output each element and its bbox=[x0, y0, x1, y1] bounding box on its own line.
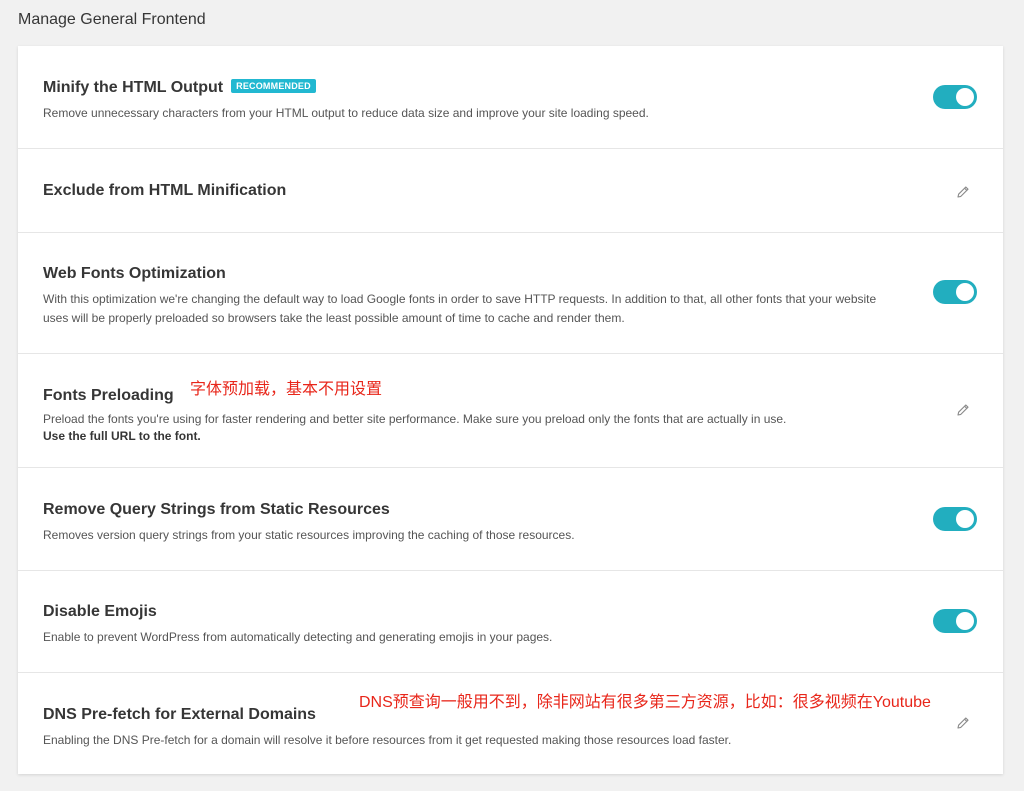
setting-title-text: Minify the HTML Output bbox=[43, 79, 224, 96]
annotation-dns-prefetch: DNS预查询一般用不到，除非网站有很多第三方资源，比如：很多视频在Youtube bbox=[359, 694, 931, 711]
pencil-icon[interactable] bbox=[956, 716, 970, 730]
pencil-icon[interactable] bbox=[956, 403, 970, 417]
setting-title: Web Fonts Optimization bbox=[43, 265, 226, 282]
recommended-badge: RECOMMENDED bbox=[231, 79, 316, 93]
page-title: Manage General Frontend bbox=[18, 11, 206, 28]
minify-html-toggle[interactable] bbox=[933, 85, 977, 109]
setting-title: Fonts Preloading bbox=[43, 387, 174, 404]
toggle-knob bbox=[956, 283, 974, 301]
setting-row-minify-html: Minify the HTML Output RECOMMENDED Remove… bbox=[18, 46, 1003, 149]
setting-row-web-fonts-optimization: Web Fonts Optimization With this optimiz… bbox=[18, 233, 1003, 354]
web-fonts-optimization-toggle[interactable] bbox=[933, 280, 977, 304]
setting-description-strong: Use the full URL to the font. bbox=[43, 429, 201, 443]
setting-description: Preload the fonts you're using for faste… bbox=[43, 410, 883, 444]
pencil-icon[interactable] bbox=[956, 185, 970, 199]
setting-row-disable-emojis: Disable Emojis Enable to prevent WordPre… bbox=[18, 571, 1003, 673]
remove-query-strings-toggle[interactable] bbox=[933, 507, 977, 531]
disable-emojis-toggle[interactable] bbox=[933, 609, 977, 633]
setting-description-text: Preload the fonts you're using for faste… bbox=[43, 412, 787, 426]
toggle-knob bbox=[956, 612, 974, 630]
setting-description: With this optimization we're changing th… bbox=[43, 292, 877, 325]
setting-row-exclude-html-minification: Exclude from HTML Minification bbox=[18, 149, 1003, 233]
setting-row-dns-prefetch: DNS Pre-fetch for External Domains Enabl… bbox=[18, 673, 1003, 774]
setting-description: Enabling the DNS Pre-fetch for a domain … bbox=[43, 733, 732, 747]
setting-title: Disable Emojis bbox=[43, 603, 157, 620]
setting-row-remove-query-strings: Remove Query Strings from Static Resourc… bbox=[18, 468, 1003, 571]
setting-description: Removes version query strings from your … bbox=[43, 528, 575, 542]
annotation-fonts-preloading: 字体预加载，基本不用设置 bbox=[190, 381, 383, 398]
settings-panel: Minify the HTML Output RECOMMENDED Remove… bbox=[18, 46, 1003, 774]
setting-title: Minify the HTML Output RECOMMENDED bbox=[43, 79, 316, 97]
setting-row-fonts-preloading: Fonts Preloading Preload the fonts you'r… bbox=[18, 354, 1003, 468]
toggle-knob bbox=[956, 510, 974, 528]
setting-title: DNS Pre-fetch for External Domains bbox=[43, 706, 316, 723]
toggle-knob bbox=[956, 88, 974, 106]
setting-title: Exclude from HTML Minification bbox=[43, 182, 287, 199]
setting-description: Enable to prevent WordPress from automat… bbox=[43, 630, 553, 644]
setting-title: Remove Query Strings from Static Resourc… bbox=[43, 501, 390, 518]
setting-description: Remove unnecessary characters from your … bbox=[43, 106, 649, 120]
